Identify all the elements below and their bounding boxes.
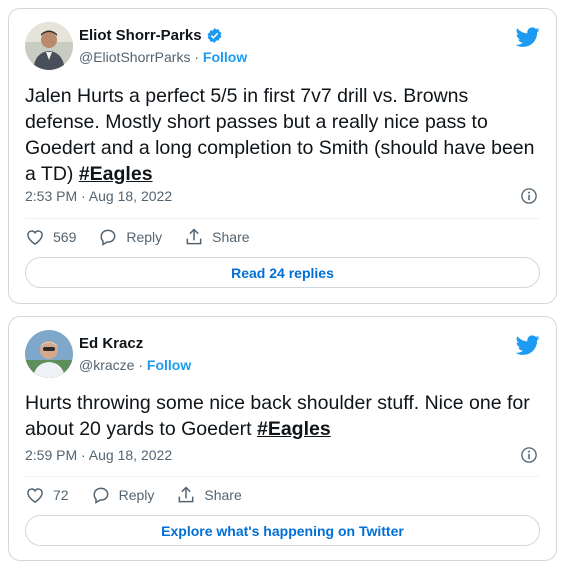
- divider: [25, 476, 540, 477]
- divider: [25, 218, 540, 219]
- read-replies-button[interactable]: Read 24 replies: [25, 257, 540, 288]
- author-handle[interactable]: @EliotShorrParks: [79, 49, 190, 65]
- action-bar: 569 Reply Share: [25, 227, 272, 247]
- author-handle[interactable]: @kracze: [79, 357, 134, 373]
- follow-button[interactable]: Follow: [147, 357, 191, 373]
- hashtag-link[interactable]: #Eagles: [79, 163, 153, 185]
- follow-button[interactable]: Follow: [203, 49, 247, 65]
- reply-icon: [93, 487, 108, 504]
- verified-badge-icon: [207, 28, 221, 43]
- separator-dot: ·: [194, 49, 200, 65]
- tweet-card[interactable]: Eliot Shorr-Parks @EliotShorrParks · Fol…: [8, 8, 557, 304]
- tweet-card[interactable]: Ed Kracz @kracze · Follow Hurts throwing…: [8, 316, 557, 561]
- timestamp[interactable]: 2:53 PM · Aug 18, 2022: [25, 188, 172, 204]
- author-name[interactable]: Eliot Shorr-Parks: [79, 27, 202, 44]
- tweet-text: Hurts throwing some nice back shoulder s…: [25, 390, 538, 442]
- share-button[interactable]: Share: [184, 227, 250, 247]
- share-button[interactable]: Share: [176, 485, 242, 505]
- info-icon[interactable]: [520, 187, 538, 205]
- timestamp[interactable]: 2:59 PM · Aug 18, 2022: [25, 447, 172, 463]
- share-icon: [178, 486, 194, 503]
- separator-dot: ·: [138, 357, 144, 373]
- twitter-bird-icon[interactable]: [516, 25, 540, 49]
- like-count: 72: [53, 487, 69, 503]
- like-count: 569: [53, 229, 77, 245]
- share-label: Share: [204, 487, 242, 503]
- avatar[interactable]: [25, 22, 73, 70]
- reply-label: Reply: [118, 487, 155, 503]
- share-icon: [186, 228, 202, 245]
- reply-button[interactable]: Reply: [98, 227, 162, 247]
- tweet-text: Jalen Hurts a perfect 5/5 in first 7v7 d…: [25, 83, 538, 187]
- author-name[interactable]: Ed Kracz: [79, 335, 143, 352]
- action-bar: 72 Reply Share: [25, 485, 264, 505]
- reply-button[interactable]: Reply: [91, 485, 155, 505]
- like-button[interactable]: 569: [25, 227, 76, 247]
- info-icon[interactable]: [520, 446, 538, 464]
- heart-icon: [27, 488, 43, 503]
- heart-icon: [27, 230, 43, 245]
- hashtag-link[interactable]: #Eagles: [257, 418, 331, 440]
- avatar[interactable]: [25, 330, 73, 378]
- explore-twitter-button[interactable]: Explore what's happening on Twitter: [25, 515, 540, 546]
- share-label: Share: [212, 229, 250, 245]
- reply-label: Reply: [126, 229, 163, 245]
- like-button[interactable]: 72: [25, 485, 69, 505]
- twitter-bird-icon[interactable]: [516, 333, 540, 357]
- reply-icon: [100, 229, 116, 246]
